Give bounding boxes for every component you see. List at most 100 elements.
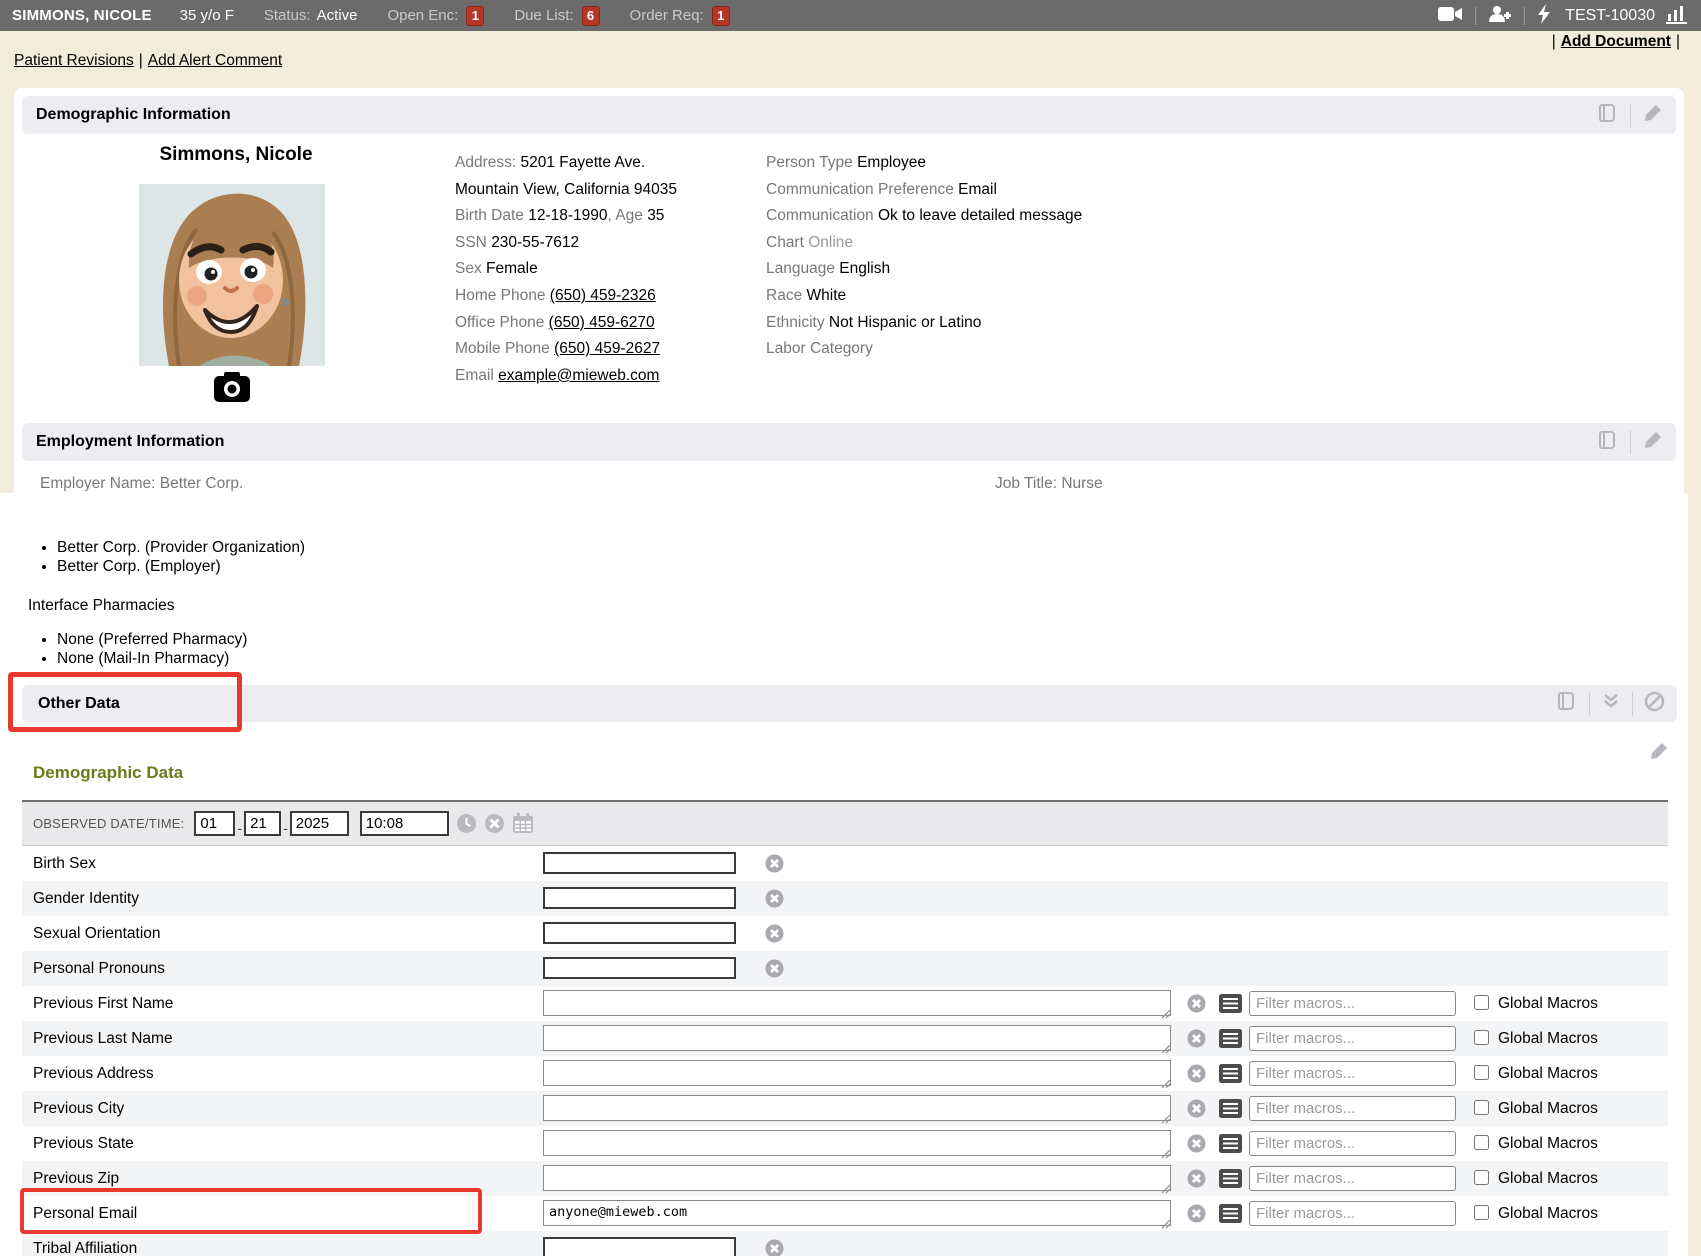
info-row: Race White <box>766 283 1082 310</box>
clear-icon[interactable] <box>765 854 784 878</box>
demographic-information-header: Demographic Information <box>22 96 1676 134</box>
global-macros-checkbox[interactable] <box>1474 1170 1489 1185</box>
patient-age-sex: 35 y/o F <box>180 7 234 24</box>
filter-macros-input[interactable] <box>1249 991 1456 1016</box>
info-row: Communication Ok to leave detailed messa… <box>766 203 1082 230</box>
macro-list-icon[interactable] <box>1219 1134 1242 1158</box>
divider <box>1589 692 1590 716</box>
field-label: Previous City <box>22 1100 124 1117</box>
clear-icon[interactable] <box>765 959 784 983</box>
pencil-icon[interactable] <box>1648 740 1670 767</box>
macro-list-icon[interactable] <box>1219 994 1242 1018</box>
divider <box>1524 7 1525 25</box>
filter-macros-input[interactable] <box>1249 1166 1456 1191</box>
filter-macros-input[interactable] <box>1249 1201 1456 1226</box>
macro-list-icon[interactable] <box>1219 1029 1242 1053</box>
clear-icon[interactable] <box>1187 994 1206 1018</box>
date-separator: - <box>237 820 242 836</box>
observed-month-input[interactable] <box>194 811 235 836</box>
previous-city-textarea[interactable] <box>543 1095 1171 1121</box>
pencil-icon[interactable] <box>1642 102 1664 129</box>
book-icon[interactable] <box>1556 690 1578 717</box>
open-enc-badge[interactable]: 1 <box>466 6 484 26</box>
add-alert-comment-link[interactable]: Add Alert Comment <box>148 52 282 69</box>
field-label: Sexual Orientation <box>22 925 161 942</box>
filter-macros-input[interactable] <box>1249 1131 1456 1156</box>
add-person-icon[interactable] <box>1488 5 1512 27</box>
previous-address-textarea[interactable] <box>543 1060 1171 1086</box>
patient-name: SIMMONS, NICOLE <box>12 7 152 24</box>
global-macros-checkbox[interactable] <box>1474 1065 1489 1080</box>
personal-email-textarea[interactable]: anyone@mieweb.com <box>543 1200 1171 1226</box>
sexual-orientation-input[interactable] <box>543 922 736 944</box>
macro-list-icon[interactable] <box>1219 1099 1242 1123</box>
patient-revisions-link[interactable]: Patient Revisions <box>14 52 134 69</box>
camera-icon[interactable] <box>214 372 250 402</box>
double-chevron-down-icon[interactable] <box>1601 691 1621 716</box>
global-macros-checkbox[interactable] <box>1474 1135 1489 1150</box>
filter-macros-input[interactable] <box>1249 1061 1456 1086</box>
other-data-header: Other Data <box>22 685 1677 722</box>
personal-pronouns-input[interactable] <box>543 957 736 979</box>
macro-list-icon[interactable] <box>1219 1064 1242 1088</box>
mobile-phone-link[interactable]: (650) 459-2627 <box>554 340 660 357</box>
previous-last-name-textarea[interactable] <box>543 1025 1171 1051</box>
clock-icon[interactable] <box>456 813 477 834</box>
video-camera-icon[interactable] <box>1437 5 1463 27</box>
observed-time-input[interactable] <box>360 811 449 836</box>
global-macros-checkbox[interactable] <box>1474 1100 1489 1115</box>
field-row-birth-sex: Birth Sex <box>22 846 1668 881</box>
info-row: Person Type Employee <box>766 150 1082 177</box>
clear-icon[interactable] <box>1187 1029 1206 1053</box>
clear-icon[interactable] <box>1187 1134 1206 1158</box>
order-req-badge[interactable]: 1 <box>712 6 730 26</box>
book-icon[interactable] <box>1597 102 1619 129</box>
observed-year-input[interactable] <box>290 811 349 836</box>
observed-day-input[interactable] <box>244 811 281 836</box>
list-item: None (Mail-In Pharmacy) <box>57 649 247 668</box>
add-document-link[interactable]: Add Document <box>1561 33 1671 50</box>
clear-icon[interactable] <box>484 813 505 834</box>
global-macros-checkbox[interactable] <box>1474 995 1489 1010</box>
filter-macros-input[interactable] <box>1249 1026 1456 1051</box>
bar-chart-icon[interactable] <box>1665 4 1689 28</box>
status-label: Status: <box>264 7 311 24</box>
separator: | <box>1552 33 1556 50</box>
demographic-details-column: Address: 5201 Fayette Ave. Mountain View… <box>455 150 677 389</box>
pencil-icon[interactable] <box>1642 429 1664 456</box>
calendar-icon[interactable] <box>512 813 534 834</box>
clear-icon[interactable] <box>765 1239 784 1256</box>
previous-first-name-textarea[interactable] <box>543 990 1171 1016</box>
clear-icon[interactable] <box>1187 1064 1206 1088</box>
macro-list-icon[interactable] <box>1219 1204 1242 1228</box>
info-row: Ethnicity Not Hispanic or Latino <box>766 310 1082 337</box>
previous-state-textarea[interactable] <box>543 1130 1171 1156</box>
gender-identity-input[interactable] <box>543 887 736 909</box>
clear-icon[interactable] <box>1187 1099 1206 1123</box>
clear-icon[interactable] <box>1187 1204 1206 1228</box>
field-label: Previous Zip <box>22 1170 119 1187</box>
tribal-affiliation-input[interactable] <box>543 1237 736 1256</box>
home-phone-link[interactable]: (650) 459-2326 <box>550 287 656 304</box>
birth-sex-input[interactable] <box>543 852 736 874</box>
global-macros-checkbox[interactable] <box>1474 1030 1489 1045</box>
info-row: Mountain View, California 94035 <box>455 177 677 204</box>
global-macros-checkbox[interactable] <box>1474 1205 1489 1220</box>
office-phone-link[interactable]: (650) 459-6270 <box>549 314 655 331</box>
book-icon[interactable] <box>1597 429 1619 456</box>
clear-icon[interactable] <box>765 889 784 913</box>
filter-macros-input[interactable] <box>1249 1096 1456 1121</box>
due-list-badge[interactable]: 6 <box>582 6 600 26</box>
macro-list-icon[interactable] <box>1219 1169 1242 1193</box>
clear-icon[interactable] <box>765 924 784 948</box>
info-row: Email example@mieweb.com <box>455 363 677 390</box>
email-link[interactable]: example@mieweb.com <box>498 367 659 384</box>
clear-icon[interactable] <box>1187 1169 1206 1193</box>
global-macros-label: Global Macros <box>1498 1161 1598 1196</box>
no-entry-icon[interactable] <box>1644 691 1665 717</box>
field-label: Previous First Name <box>22 995 173 1012</box>
field-row-previous-state: Previous State Global Macros <box>22 1126 1668 1161</box>
divider <box>1475 7 1476 25</box>
lightning-icon[interactable] <box>1537 4 1551 28</box>
previous-zip-textarea[interactable] <box>543 1165 1171 1191</box>
